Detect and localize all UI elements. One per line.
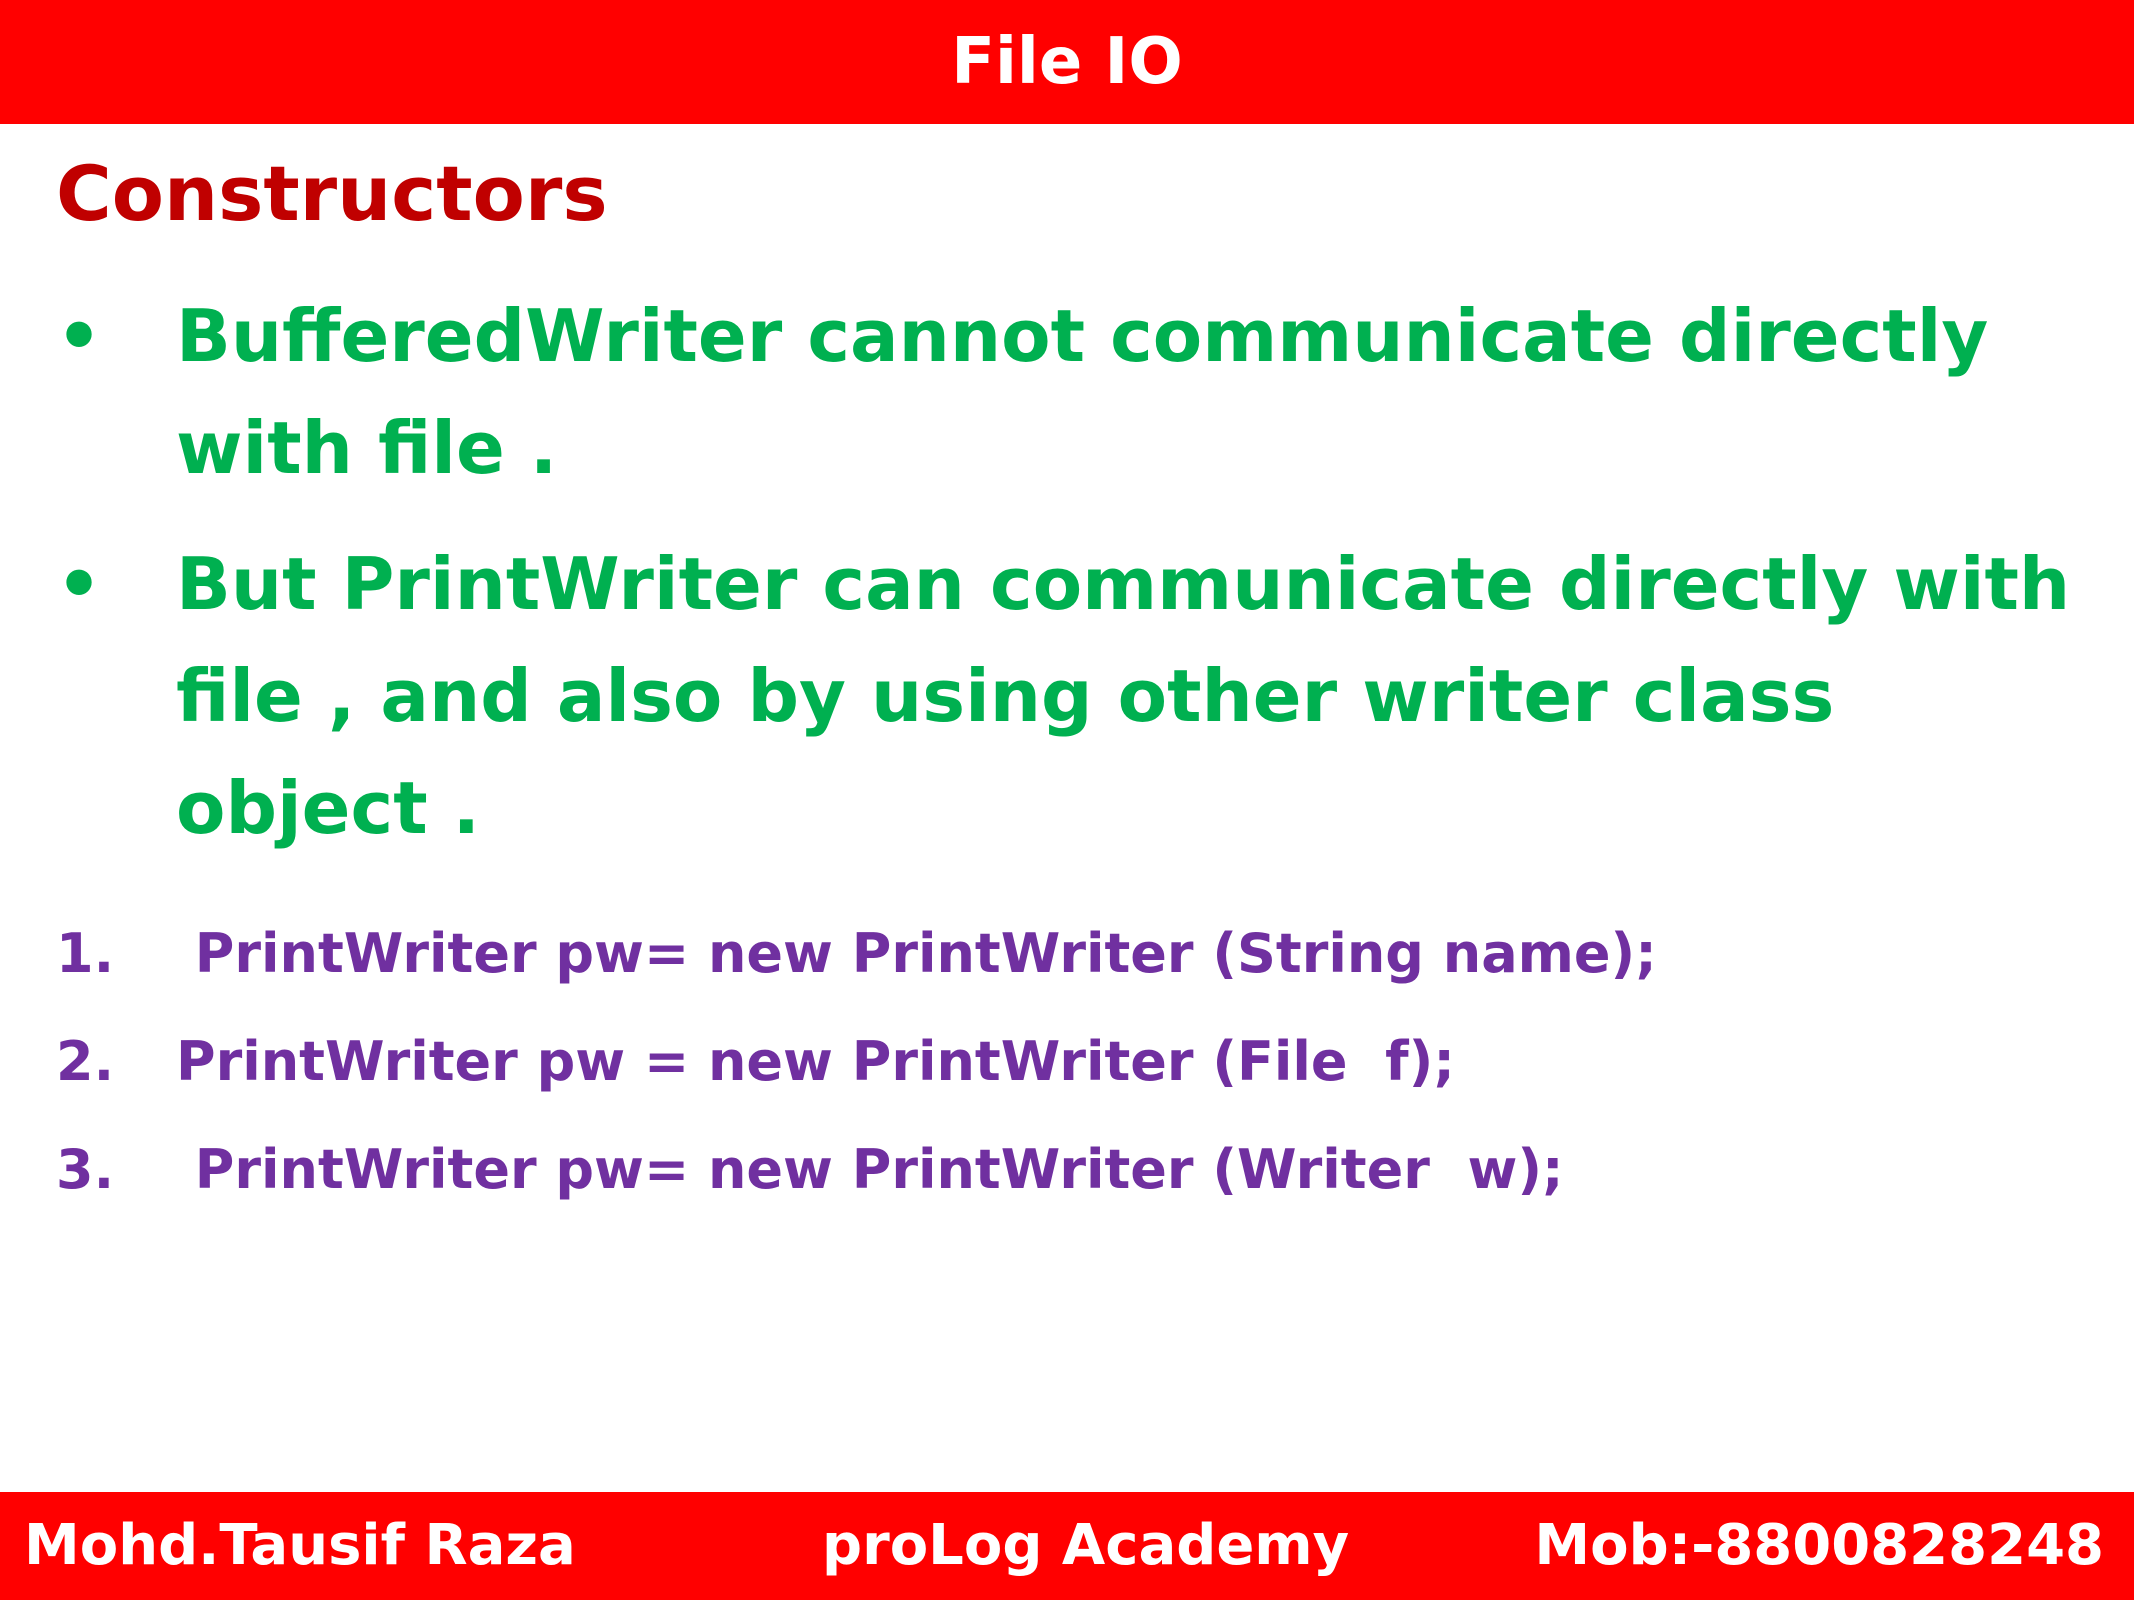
list-number: 3.: [56, 1138, 115, 1201]
constructor-list: 1. PrintWriter pw= new PrintWriter (Stri…: [56, 900, 2096, 1224]
constructor-item: 3. PrintWriter pw= new PrintWriter (Writ…: [56, 1116, 2096, 1224]
bullet-item: • BufferedWriter cannot communicate dire…: [56, 280, 2096, 504]
constructor-item: 2. PrintWriter pw = new PrintWriter (Fil…: [56, 1008, 2096, 1116]
author-name: Mohd.Tausif Raza: [24, 1513, 576, 1578]
academy-name: proLog Academy: [822, 1513, 1350, 1578]
bullet-marker: •: [56, 542, 103, 626]
mobile-number: Mob:-8800828248: [1534, 1513, 2104, 1578]
bullet-text: BufferedWriter cannot communicate direct…: [176, 294, 1989, 490]
page-title: File IO: [951, 25, 1183, 99]
constructor-code: PrintWriter pw = new PrintWriter (File f…: [176, 1030, 1455, 1093]
bullet-item: • But PrintWriter can communicate direct…: [56, 528, 2096, 864]
section-title: Constructors: [56, 149, 608, 238]
list-number: 2.: [56, 1030, 115, 1093]
constructor-code: PrintWriter pw= new PrintWriter (String …: [176, 922, 1657, 985]
bullet-marker: •: [56, 294, 103, 378]
constructor-code: PrintWriter pw= new PrintWriter (Writer …: [176, 1138, 1564, 1201]
constructor-item: 1. PrintWriter pw= new PrintWriter (Stri…: [56, 900, 2096, 1008]
bullet-text: But PrintWriter can communicate directly…: [176, 542, 2071, 850]
footer-bar: Mohd.Tausif Raza proLog Academy Mob:-880…: [0, 1492, 2134, 1600]
bullet-list: • BufferedWriter cannot communicate dire…: [56, 280, 2096, 888]
header-bar: File IO: [0, 0, 2134, 124]
list-number: 1.: [56, 922, 115, 985]
